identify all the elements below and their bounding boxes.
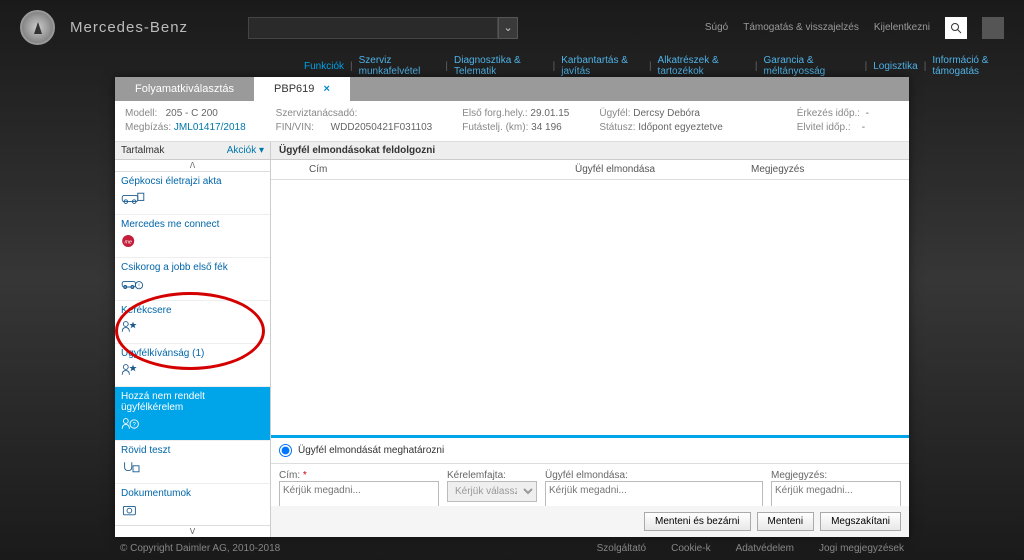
model-label: Modell: — [125, 108, 157, 119]
tab-process-select[interactable]: Folyamatkiválasztás — [115, 77, 254, 101]
nav-item-2[interactable]: Karbantartás & javítás — [557, 55, 647, 77]
footer-legal[interactable]: Jogi megjegyzések — [819, 543, 904, 554]
support-link[interactable]: Támogatás & visszajelzés — [743, 22, 859, 33]
tab-label: PBP619 — [274, 83, 314, 95]
sidebar-item-customer-wish[interactable]: Ügyfélkívánság (1) — [115, 344, 270, 387]
person-star-icon — [121, 318, 145, 336]
search-dropdown-icon[interactable]: ⌄ — [498, 17, 518, 39]
sidebar-item-label: Dokumentumok — [121, 488, 264, 499]
pickup-label: Elvitel időp.: — [797, 122, 851, 133]
statement-field-label: Ügyfél elmondása: — [545, 470, 763, 481]
car-file-icon — [121, 189, 145, 207]
top-search-input[interactable] — [248, 17, 498, 39]
nav-item-5[interactable]: Logisztika — [869, 61, 921, 72]
footer-cookies[interactable]: Cookie-k — [671, 543, 710, 554]
cim-field-label: Cím: — [279, 470, 300, 481]
sidebar-item-unassigned-request[interactable]: Hozzá nem rendelt ügyfélkérelem ? — [115, 387, 270, 441]
vin-label: FIN/VIN: — [276, 122, 314, 133]
close-tab-icon[interactable]: × — [323, 83, 329, 95]
col-header-megjegyzes: Megjegyzés — [751, 164, 901, 175]
sidebar-item-label: Csikorog a jobb első fék — [121, 262, 264, 273]
footer-provider[interactable]: Szolgáltató — [597, 543, 646, 554]
request-type-select[interactable]: Kérjük válasszon... — [447, 481, 537, 502]
sidebar-item-vehicle-file[interactable]: Gépkocsi életrajzi akta — [115, 172, 270, 215]
vin-value: WDD2050421F031103 — [331, 122, 433, 133]
nav-item-3[interactable]: Alkatrészek & tartozékok — [654, 55, 753, 77]
pickup-value: - — [862, 122, 865, 133]
cancel-button[interactable]: Megszakítani — [820, 512, 901, 531]
sidebar-item-brake-noise[interactable]: Csikorog a jobb első fék ! — [115, 258, 270, 301]
search-icon — [950, 22, 962, 34]
secondary-button[interactable] — [982, 17, 1004, 39]
footer-privacy[interactable]: Adatvédelem — [736, 543, 794, 554]
sidebar-item-label: Mercedes me connect — [121, 219, 264, 230]
order-value[interactable]: JML01417/2018 — [174, 122, 246, 133]
sidebar-title: Tartalmak — [121, 145, 164, 156]
col-header-elmondasa: Ügyfél elmondása — [479, 164, 751, 175]
sidebar-item-label: Kerékcsere — [121, 305, 264, 316]
person-question-icon: ? — [121, 415, 145, 433]
sidebar-item-short-test[interactable]: Rövid teszt — [115, 441, 270, 484]
customer-label: Ügyfél: — [599, 108, 630, 119]
col-header-cim: Cím — [279, 164, 479, 175]
me-connect-icon: me — [121, 232, 145, 250]
search-icon-button[interactable] — [945, 17, 967, 39]
save-close-button[interactable]: Menteni és bezárni — [644, 512, 751, 531]
define-statement-radio[interactable] — [279, 444, 292, 457]
tab-pbp619[interactable]: PBP619 × — [254, 77, 350, 101]
advisor-label: Szerviztanácsadó: — [276, 108, 358, 119]
copyright: © Copyright Daimler AG, 2010-2018 — [120, 543, 280, 554]
customer-value: Dercsy Debóra — [633, 108, 700, 119]
scroll-up-icon[interactable]: ᐱ — [115, 160, 270, 172]
mileage-value: 34 196 — [531, 122, 562, 133]
person-star-icon — [121, 361, 145, 379]
status-label: Státusz: — [599, 122, 635, 133]
sidebar-item-label: Gépkocsi életrajzi akta — [121, 176, 264, 187]
arrival-label: Érkezés időp.: — [797, 108, 860, 119]
status-value: Időpont egyeztetve — [638, 122, 723, 133]
help-link[interactable]: Súgó — [705, 22, 728, 33]
note-field-label: Megjegyzés: — [771, 470, 901, 481]
mileage-label: Futástelj. (km): — [462, 122, 528, 133]
logout-link[interactable]: Kijelentkezni — [874, 22, 930, 33]
camera-icon — [121, 501, 145, 519]
actions-dropdown[interactable]: Akciók ▾ — [227, 145, 264, 156]
sidebar-item-me-connect[interactable]: Mercedes me connect me — [115, 215, 270, 258]
nav-item-4[interactable]: Garancia & méltányosság — [760, 55, 863, 77]
car-warning-icon: ! — [121, 275, 145, 293]
order-label: Megbízás: — [125, 122, 171, 133]
nav-item-1[interactable]: Diagnosztika & Telematik — [450, 55, 551, 77]
arrival-value: - — [866, 108, 869, 119]
request-type-label: Kérelemfajta: — [447, 470, 537, 481]
model-value: 205 - C 200 — [166, 108, 218, 119]
data-grid — [271, 180, 909, 435]
radio-label: Ügyfél elmondását meghatározni — [298, 445, 444, 456]
nav-item-0[interactable]: Szerviz munkafelvétel — [355, 55, 444, 77]
save-button[interactable]: Menteni — [757, 512, 815, 531]
nav-funkciok[interactable]: Funkciók — [300, 61, 348, 72]
sidebar-item-label: Rövid teszt — [121, 445, 264, 456]
sidebar-item-wheel-change[interactable]: Kerékcsere — [115, 301, 270, 344]
svg-text:me: me — [124, 239, 132, 245]
sidebar-item-label: Hozzá nem rendelt ügyfélkérelem — [121, 391, 264, 413]
sidebar-item-label: Ügyfélkívánság (1) — [121, 348, 264, 359]
nav-item-6[interactable]: Információ & támogatás — [928, 55, 1024, 77]
stethoscope-icon — [121, 458, 145, 476]
firstreg-label: Első forg.hely.: — [462, 108, 527, 119]
brand-name: Mercedes-Benz — [70, 19, 188, 36]
scroll-down-icon[interactable]: ᐯ — [115, 525, 270, 537]
firstreg-value: 29.01.15 — [530, 108, 569, 119]
mb-star-logo — [20, 10, 55, 45]
pane-title: Ügyfél elmondásokat feldolgozni — [271, 142, 909, 160]
